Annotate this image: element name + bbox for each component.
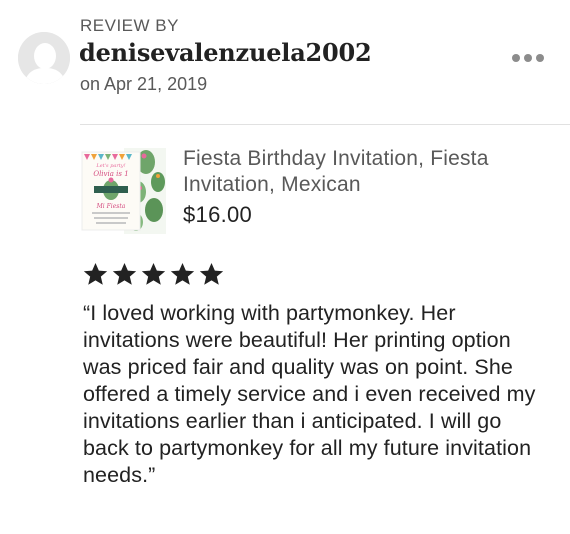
star-icon <box>83 262 108 285</box>
divider <box>80 124 570 125</box>
more-dot-icon <box>512 54 520 62</box>
star-icon <box>170 262 195 285</box>
star-icon <box>141 262 166 285</box>
svg-text:Let's party!: Let's party! <box>95 163 125 169</box>
avatar[interactable] <box>18 32 70 84</box>
product-price: $16.00 <box>183 202 253 227</box>
star-icon <box>112 262 137 285</box>
star-rating <box>82 261 225 287</box>
review-by-label: REVIEW BY <box>80 16 179 35</box>
product-title-link[interactable]: Fiesta Birthday Invitation, Fiesta Invit… <box>183 146 523 198</box>
reviewer-username[interactable]: denisevalenzuela2002 <box>79 38 372 67</box>
svg-text:Mi Fiesta: Mi Fiesta <box>96 203 126 210</box>
star-icon <box>199 262 224 285</box>
review-date: on Apr 21, 2019 <box>80 74 208 94</box>
svg-text:Olivia is 1: Olivia is 1 <box>93 170 128 178</box>
more-options-button[interactable] <box>512 48 552 68</box>
product-thumbnail[interactable]: Let's party! Olivia is 1 Mi Fiesta <box>80 148 166 234</box>
default-user-avatar-icon <box>18 32 70 84</box>
more-dot-icon <box>536 54 544 62</box>
invitation-image-icon: Let's party! Olivia is 1 Mi Fiesta <box>80 148 166 234</box>
review-text: “I loved working with partymonkey. Her i… <box>83 301 536 487</box>
more-dot-icon <box>524 54 532 62</box>
